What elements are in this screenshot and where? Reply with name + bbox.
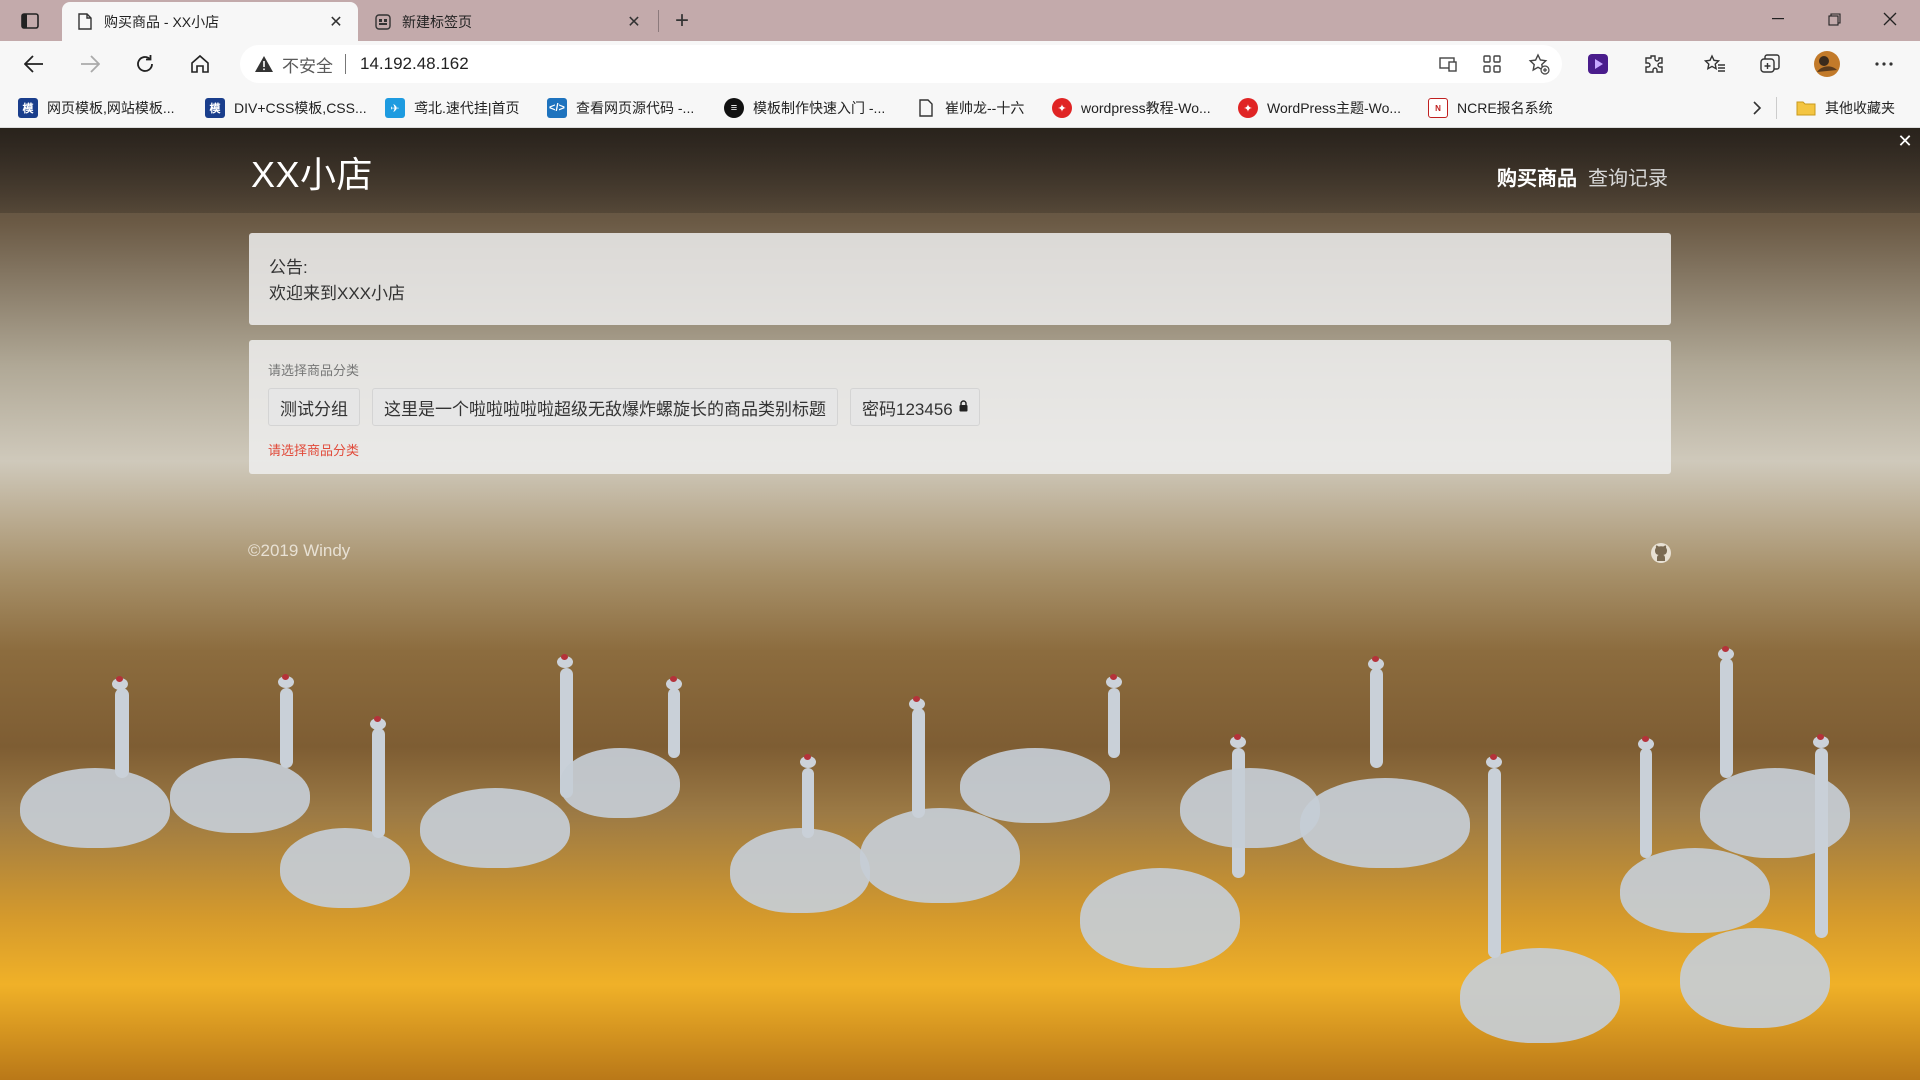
category-button-label: 这里是一个啦啦啦啦啦超级无敌爆炸螺旋长的商品类别标题 xyxy=(384,399,826,419)
category-button-locked[interactable]: 密码123456 xyxy=(850,388,980,426)
new-tab-page-icon xyxy=(374,13,392,31)
bookmark-item[interactable]: 模 网页模板,网站模板... xyxy=(18,95,175,121)
category-button-label: 密码123456 xyxy=(862,399,953,419)
nav-buy-link[interactable]: 购买商品 xyxy=(1497,162,1577,191)
category-error: 请选择商品分类 xyxy=(268,443,360,458)
avatar[interactable] xyxy=(1809,47,1845,81)
wp-red-icon: ✦ xyxy=(1238,98,1258,118)
home-icon[interactable] xyxy=(182,47,218,81)
github-icon[interactable] xyxy=(1650,542,1672,564)
bookmarks-bar: 模 网页模板,网站模板... 模 DIV+CSS模板,CSS... ✈ 鸢北.速… xyxy=(0,87,1920,128)
nav-query-link[interactable]: 查询记录 xyxy=(1588,162,1668,191)
extension-video-icon[interactable] xyxy=(1580,47,1616,81)
read-aloud-icon[interactable] xyxy=(1434,50,1462,78)
security-label[interactable]: 不安全 xyxy=(282,52,333,77)
mo-icon: 模 xyxy=(18,98,38,118)
bookmark-item[interactable]: </> 查看网页源代码 -... xyxy=(547,95,694,121)
bookmark-label: WordPress主题-Wo... xyxy=(1267,100,1402,116)
bookmark-label: wordpress教程-Wo... xyxy=(1081,100,1211,116)
document-icon xyxy=(916,98,936,118)
category-button-group: 测试分组 这里是一个啦啦啦啦啦超级无敌爆炸螺旋长的商品类别标题 密码123456 xyxy=(268,388,992,426)
bookmark-item[interactable]: ≡ 模板制作快速入门 -... xyxy=(724,95,885,121)
address-bar[interactable]: 不安全 14.192.48.162 xyxy=(240,45,1562,83)
more-menu-icon[interactable] xyxy=(1866,47,1902,81)
apps-icon[interactable] xyxy=(1478,50,1506,78)
close-tab-icon[interactable]: ✕ xyxy=(326,12,346,32)
new-tab-button[interactable]: + xyxy=(666,6,698,36)
bookmark-item[interactable]: ✈ 鸢北.速代挂|首页 xyxy=(385,95,520,121)
site-title[interactable]: XX小店 xyxy=(251,146,373,198)
close-icon[interactable]: ✕ xyxy=(1896,131,1914,151)
wp-red-icon: ✦ xyxy=(1052,98,1072,118)
close-tab-icon[interactable]: ✕ xyxy=(624,12,644,32)
bookmark-item[interactable]: ✦ wordpress教程-Wo... xyxy=(1052,95,1211,121)
bookmark-item[interactable]: 崔帅龙--十六 xyxy=(916,95,1024,121)
category-label: 请选择商品分类 xyxy=(268,363,360,378)
browser-toolbar: 不安全 14.192.48.162 xyxy=(0,41,1920,87)
tab-bar: 购买商品 - XX小店 ✕ 新建标签页 ✕ + xyxy=(0,0,1920,41)
other-favorites[interactable]: 其他收藏夹 xyxy=(1796,95,1895,121)
bookmark-item[interactable]: 模 DIV+CSS模板,CSS... xyxy=(205,95,367,121)
notice-text: 欢迎来到XXX小店 xyxy=(269,284,406,303)
category-button[interactable]: 这里是一个啦啦啦啦啦超级无敌爆炸螺旋长的商品类别标题 xyxy=(372,388,838,426)
warning-icon[interactable] xyxy=(252,52,276,76)
tab-title: 购买商品 - XX小店 xyxy=(104,13,220,30)
add-favorite-icon[interactable] xyxy=(1525,50,1553,78)
category-button-label: 测试分组 xyxy=(280,399,348,419)
category-button[interactable]: 测试分组 xyxy=(268,388,360,426)
refresh-icon[interactable] xyxy=(127,47,163,81)
favorites-icon[interactable] xyxy=(1697,47,1733,81)
back-icon[interactable] xyxy=(16,47,52,81)
other-favorites-label: 其他收藏夹 xyxy=(1825,100,1895,116)
collections-icon[interactable] xyxy=(1752,47,1788,81)
tab-new-tab[interactable]: 新建标签页 ✕ xyxy=(360,2,656,41)
code-icon: </> xyxy=(547,98,567,118)
url-text[interactable]: 14.192.48.162 xyxy=(360,54,469,74)
category-panel: 请选择商品分类 测试分组 这里是一个啦啦啦啦啦超级无敌爆炸螺旋长的商品类别标题 … xyxy=(249,340,1671,474)
bookmark-divider xyxy=(1776,97,1777,119)
mo-icon: 模 xyxy=(205,98,225,118)
bookmark-item[interactable]: N NCRE报名系统 xyxy=(1428,95,1553,121)
address-divider xyxy=(345,54,346,74)
notice-label: 公告: xyxy=(269,258,308,277)
tab-title: 新建标签页 xyxy=(402,13,472,30)
folder-icon xyxy=(1796,98,1816,118)
forward-icon[interactable] xyxy=(72,47,108,81)
bookmark-label: 查看网页源代码 -... xyxy=(576,100,695,116)
page-icon xyxy=(76,13,94,31)
lock-icon xyxy=(959,399,968,415)
bookmark-item[interactable]: ✦ WordPress主题-Wo... xyxy=(1238,95,1401,121)
bookmark-label: 崔帅龙--十六 xyxy=(945,100,1025,116)
bird-icon: ✈ xyxy=(385,98,405,118)
extensions-icon[interactable] xyxy=(1636,47,1672,81)
minimize-icon[interactable] xyxy=(1750,0,1806,38)
bookmark-label: 鸢北.速代挂|首页 xyxy=(414,100,520,116)
bookmark-label: DIV+CSS模板,CSS... xyxy=(234,100,367,116)
tab-divider xyxy=(658,10,659,32)
tab-active[interactable]: 购买商品 - XX小店 ✕ xyxy=(62,2,358,41)
notice-panel: 公告: 欢迎来到XXX小店 xyxy=(249,233,1671,325)
restore-icon[interactable] xyxy=(1806,0,1862,38)
list-icon: ≡ xyxy=(724,98,744,118)
bookmark-label: 模板制作快速入门 -... xyxy=(753,100,886,116)
bookmark-label: NCRE报名系统 xyxy=(1457,100,1553,116)
page-content: ✕ XX小店 购买商品 查询记录 公告: 欢迎来到XXX小店 请选择商品分类 测… xyxy=(0,128,1920,1080)
tab-actions-icon[interactable] xyxy=(14,8,46,34)
close-window-icon[interactable] xyxy=(1862,0,1918,38)
ncre-icon: N xyxy=(1428,98,1448,118)
bookmarks-overflow-icon[interactable] xyxy=(1752,95,1762,121)
footer-copyright: ©2019 Windy xyxy=(248,541,351,560)
bookmark-label: 网页模板,网站模板... xyxy=(47,100,175,116)
